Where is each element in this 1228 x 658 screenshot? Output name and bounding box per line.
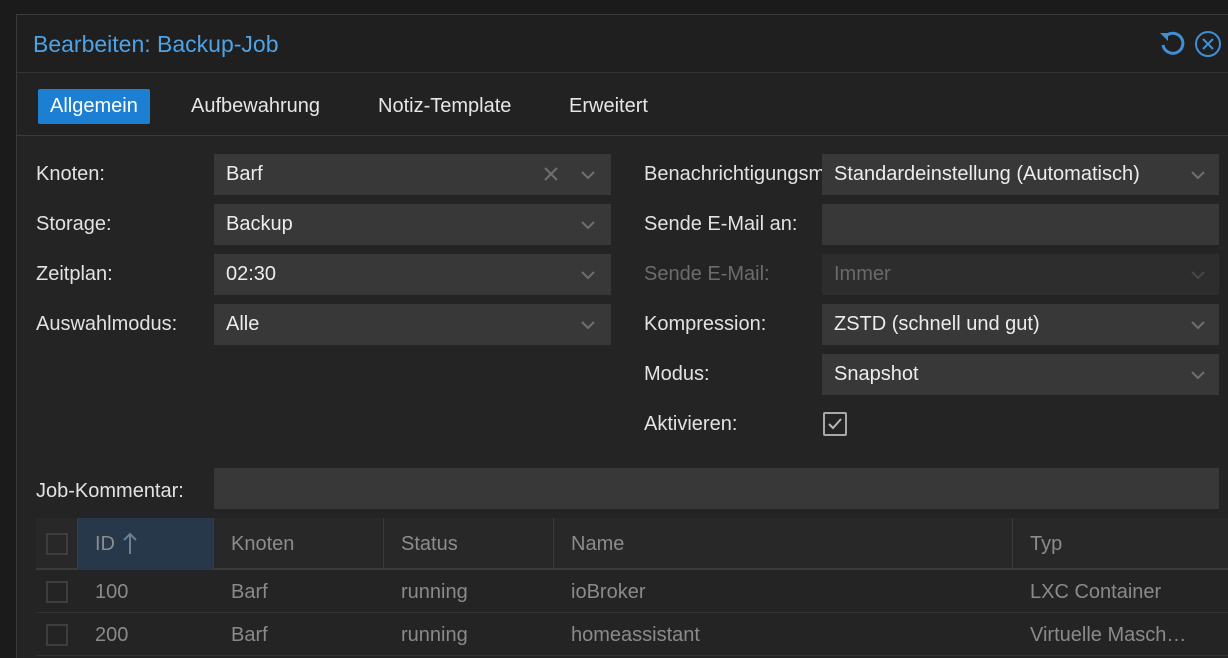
node-combobox[interactable]: Barf bbox=[214, 154, 611, 195]
storage-value: Backup bbox=[226, 213, 293, 235]
chevron-down-icon[interactable] bbox=[575, 154, 601, 195]
mailwhen-value: Immer bbox=[834, 263, 891, 285]
enable-checkbox[interactable] bbox=[823, 412, 847, 436]
notification-mode-value: Standardeinstellung (Automatisch) bbox=[834, 163, 1140, 185]
checkmark-icon bbox=[828, 418, 842, 430]
tab-notiz-template[interactable]: Notiz-Template bbox=[366, 89, 523, 124]
column-header-node[interactable]: Knoten bbox=[214, 518, 384, 570]
mailto-label: Sende E-Mail an: bbox=[644, 213, 798, 235]
chevron-down-icon[interactable] bbox=[1185, 354, 1211, 395]
close-circle-icon[interactable] bbox=[1193, 29, 1223, 59]
enable-label: Aktivieren: bbox=[644, 413, 738, 435]
mode-value: Snapshot bbox=[834, 363, 919, 385]
chevron-down-icon[interactable] bbox=[1185, 304, 1211, 345]
notification-mode-combobox[interactable]: Standardeinstellung (Automatisch) bbox=[822, 154, 1219, 195]
edit-backup-job-dialog: Bearbeiten: Backup-Job Allgemein Aufbewa… bbox=[16, 14, 1228, 658]
row-type: LXC Container bbox=[1030, 581, 1162, 603]
schedule-label: Zeitplan: bbox=[36, 263, 113, 285]
chevron-down-icon[interactable] bbox=[1185, 154, 1211, 195]
node-label: Knoten: bbox=[36, 163, 105, 185]
notification-mode-label: Benachrichtigungsmodus: bbox=[644, 163, 824, 185]
selection-mode-label: Auswahlmodus: bbox=[36, 313, 178, 335]
compression-label: Kompression: bbox=[644, 313, 767, 335]
row-status: running bbox=[401, 624, 468, 646]
chevron-down-icon[interactable] bbox=[575, 204, 601, 245]
dialog-titlebar: Bearbeiten: Backup-Job bbox=[17, 15, 1228, 73]
column-header-id[interactable]: ID bbox=[78, 518, 214, 570]
dialog-title: Bearbeiten: Backup-Job bbox=[33, 31, 279, 57]
column-header-type[interactable]: Typ bbox=[1013, 518, 1228, 570]
mailwhen-label: Sende E-Mail: bbox=[644, 263, 770, 285]
select-all-checkbox[interactable] bbox=[46, 533, 68, 555]
arrow-up-icon bbox=[123, 532, 137, 554]
select-all-column bbox=[36, 518, 78, 570]
grid-header: ID Knoten Status Name Typ bbox=[36, 518, 1228, 570]
job-comment-input[interactable] bbox=[214, 468, 1219, 509]
chevron-down-icon[interactable] bbox=[575, 254, 601, 295]
compression-combobox[interactable]: ZSTD (schnell und gut) bbox=[822, 304, 1219, 345]
row-checkbox[interactable] bbox=[46, 624, 68, 646]
mode-combobox[interactable]: Snapshot bbox=[822, 354, 1219, 395]
column-header-name[interactable]: Name bbox=[554, 518, 1013, 570]
tab-erweitert[interactable]: Erweitert bbox=[557, 89, 660, 124]
tab-aufbewahrung[interactable]: Aufbewahrung bbox=[179, 89, 332, 124]
clear-x-icon[interactable] bbox=[538, 154, 564, 195]
row-node: Barf bbox=[231, 624, 268, 646]
mailwhen-combobox: Immer bbox=[822, 254, 1219, 295]
column-header-id-label: ID bbox=[95, 533, 115, 555]
chevron-down-icon[interactable] bbox=[575, 304, 601, 345]
schedule-value: 02:30 bbox=[226, 263, 277, 285]
table-row[interactable]: 200 Barf running homeassistant Virtuelle… bbox=[36, 614, 1228, 656]
undo-icon[interactable] bbox=[1157, 29, 1187, 59]
tab-allgemein[interactable]: Allgemein bbox=[38, 89, 150, 124]
mailto-input[interactable] bbox=[822, 204, 1219, 245]
job-comment-label: Job-Kommentar: bbox=[36, 480, 184, 502]
row-name: homeassistant bbox=[571, 624, 700, 646]
row-status: running bbox=[401, 581, 468, 603]
mode-label: Modus: bbox=[644, 363, 710, 385]
row-type: Virtuelle Maschine bbox=[1030, 624, 1193, 646]
guest-selection-grid: ID Knoten Status Name Typ 100 Barf runni… bbox=[36, 518, 1228, 658]
storage-combobox[interactable]: Backup bbox=[214, 204, 611, 245]
row-id: 100 bbox=[95, 581, 129, 603]
node-value: Barf bbox=[226, 163, 263, 185]
row-checkbox[interactable] bbox=[46, 581, 68, 603]
compression-value: ZSTD (schnell und gut) bbox=[834, 313, 1040, 335]
table-row[interactable]: 100 Barf running ioBroker LXC Container bbox=[36, 571, 1228, 613]
row-id: 200 bbox=[95, 624, 129, 646]
column-header-status[interactable]: Status bbox=[384, 518, 554, 570]
selection-mode-combobox[interactable]: Alle bbox=[214, 304, 611, 345]
chevron-down-icon bbox=[1185, 254, 1211, 295]
storage-label: Storage: bbox=[36, 213, 112, 235]
row-name: ioBroker bbox=[571, 581, 646, 603]
schedule-combobox[interactable]: 02:30 bbox=[214, 254, 611, 295]
row-node: Barf bbox=[231, 581, 268, 603]
tab-bar: Allgemein Aufbewahrung Notiz-Template Er… bbox=[17, 73, 1228, 136]
selection-mode-value: Alle bbox=[226, 313, 260, 335]
